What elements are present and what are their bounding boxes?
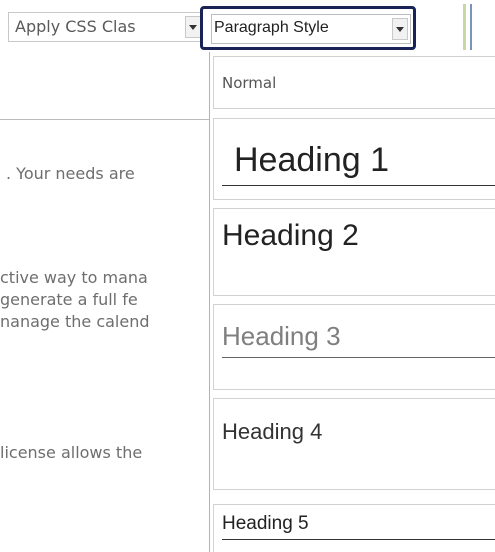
editor-text-line: ctive way to mana [0,268,148,287]
menu-item-label: Normal [222,74,277,92]
menu-item-normal[interactable]: Normal [213,56,495,109]
chevron-down-icon [396,27,404,32]
apply-css-class-dropdown[interactable]: Apply CSS Clas [8,12,204,42]
menu-item-heading-1[interactable]: Heading 1 [213,118,495,200]
heading-underline [222,539,495,540]
menu-item-heading-2[interactable]: Heading 2 [213,208,495,296]
menu-item-label: Heading 4 [222,419,323,444]
menu-item-heading-5[interactable]: Heading 5 [213,504,495,552]
css-class-dropdown-button[interactable] [185,16,201,38]
editor-text-line: license allows the [0,443,143,462]
chevron-down-icon [189,25,197,30]
apply-css-class-label: Apply CSS Clas [15,17,136,36]
paragraph-style-dropdown-button[interactable] [392,18,408,40]
heading-underline [222,185,495,186]
menu-item-heading-4[interactable]: Heading 4 [213,398,495,490]
paragraph-style-label: Paragraph Style [214,19,329,36]
toolbar-separator [463,4,466,50]
editor-toolbar: Apply CSS Clas Paragraph Style [0,0,495,53]
menu-item-label: Heading 5 [222,513,309,534]
paragraph-style-focus-ring: Paragraph Style [200,6,416,50]
menu-item-heading-3[interactable]: Heading 3 [213,304,495,390]
menu-item-label: Heading 1 [234,141,390,179]
editor-text-line: generate a full fe [0,290,138,309]
paragraph-style-dropdown[interactable]: Paragraph Style [211,14,411,44]
menu-item-label: Heading 2 [222,219,359,252]
paragraph-style-menu: Normal Heading 1 Heading 2 Heading 3 Hea… [209,52,495,552]
horizontal-rule [0,119,210,120]
editor-text-line: nanage the calend [0,312,150,331]
editor-text-line: . Your needs are [6,164,135,183]
heading-underline [222,357,495,358]
toolbar-separator [470,4,472,50]
menu-item-label: Heading 3 [222,321,341,351]
